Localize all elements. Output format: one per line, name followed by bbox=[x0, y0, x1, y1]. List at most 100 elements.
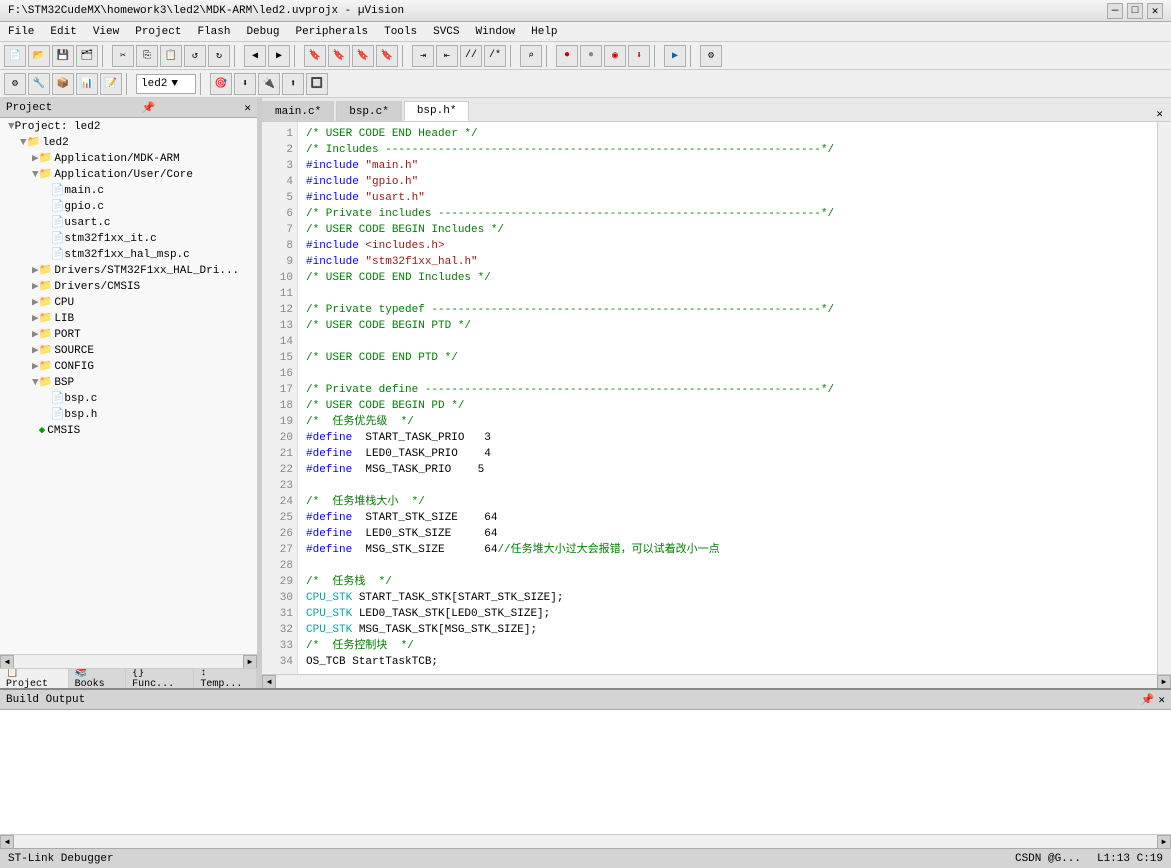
tree-root[interactable]: ▼ Project: led2 bbox=[0, 120, 257, 134]
debug-button[interactable]: ▶ bbox=[664, 45, 686, 67]
bookmark3-button[interactable]: 🔖 bbox=[352, 45, 374, 67]
tree-led2-folder[interactable]: ▼ 📁led2 bbox=[0, 134, 257, 150]
bookmark4-button[interactable]: 🔖 bbox=[376, 45, 398, 67]
download-button[interactable]: ⬇ bbox=[628, 45, 650, 67]
paste-button[interactable]: 📋 bbox=[160, 45, 182, 67]
target-btn6[interactable]: 🎯 bbox=[210, 73, 232, 95]
back-button[interactable]: ◀ bbox=[244, 45, 266, 67]
stop-build-button[interactable]: ● bbox=[580, 45, 602, 67]
tree-port-folder[interactable]: ▶ 📁PORT bbox=[0, 326, 257, 342]
outdent-button[interactable]: ⇤ bbox=[436, 45, 458, 67]
tab-bspc[interactable]: bsp.c* bbox=[336, 101, 402, 121]
build-close-icon[interactable]: ✕ bbox=[1158, 693, 1165, 707]
editor-scroll-right[interactable]: ▶ bbox=[1157, 675, 1171, 689]
tree-lib-folder[interactable]: ▶ 📁LIB bbox=[0, 310, 257, 326]
menu-tools[interactable]: Tools bbox=[376, 22, 425, 41]
build-scroll-left[interactable]: ◀ bbox=[0, 835, 14, 849]
bookmark1-button[interactable]: 🔖 bbox=[304, 45, 326, 67]
editor-area: main.c* bsp.c* bsp.h* ✕ 1234567891011121… bbox=[262, 98, 1171, 688]
status-position: L1:13 C:19 bbox=[1097, 853, 1163, 865]
indent-button[interactable]: ⇥ bbox=[412, 45, 434, 67]
redo-button[interactable]: ↻ bbox=[208, 45, 230, 67]
tree-config-folder[interactable]: ▶ 📁CONFIG bbox=[0, 358, 257, 374]
maximize-button[interactable]: □ bbox=[1127, 3, 1143, 19]
project-pin-icon[interactable]: 📌 bbox=[141, 101, 155, 115]
menu-view[interactable]: View bbox=[85, 22, 127, 41]
tree-cmsis-diamond[interactable]: ▶ ◆CMSIS bbox=[0, 422, 257, 438]
editor-hscroll[interactable]: ◀ ▶ bbox=[262, 674, 1171, 688]
menu-window[interactable]: Window bbox=[468, 22, 524, 41]
tree-cpu-folder[interactable]: ▶ 📁CPU bbox=[0, 294, 257, 310]
tree-mainc[interactable]: ▶ 📄 main.c bbox=[0, 182, 257, 198]
project-close-icon[interactable]: ✕ bbox=[244, 101, 251, 115]
menu-file[interactable]: File bbox=[0, 22, 42, 41]
tree-stm32msp[interactable]: ▶ 📄 stm32f1xx_hal_msp.c bbox=[0, 246, 257, 262]
copy-button[interactable]: ⎘ bbox=[136, 45, 158, 67]
window-controls: — □ ✕ bbox=[1107, 3, 1163, 19]
rebuild-button[interactable]: ◉ bbox=[604, 45, 626, 67]
proj-scroll-right[interactable]: ▶ bbox=[243, 655, 257, 669]
tree-bspc[interactable]: ▶ 📄 bsp.c bbox=[0, 390, 257, 406]
editor-scroll-left[interactable]: ◀ bbox=[262, 675, 276, 689]
editor-vscroll[interactable] bbox=[1157, 122, 1171, 674]
tree-source-folder[interactable]: ▶ 📁SOURCE bbox=[0, 342, 257, 358]
proj-tab-project[interactable]: 📋 Project bbox=[0, 669, 69, 688]
build-pin-icon[interactable]: 📌 bbox=[1141, 693, 1155, 707]
minimize-button[interactable]: — bbox=[1107, 3, 1123, 19]
code-content[interactable]: /* USER CODE END Header */ /* Includes -… bbox=[298, 122, 1157, 674]
target-btn7[interactable]: ⬇ bbox=[234, 73, 256, 95]
tree-gpioc[interactable]: ▶ 📄 gpio.c bbox=[0, 198, 257, 214]
close-button[interactable]: ✕ bbox=[1147, 3, 1163, 19]
proj-scroll-left[interactable]: ◀ bbox=[0, 655, 14, 669]
editor-close-button[interactable]: ✕ bbox=[1156, 107, 1171, 121]
target-dropdown[interactable]: led2 ▼ bbox=[136, 74, 196, 94]
menu-flash[interactable]: Flash bbox=[189, 22, 238, 41]
tree-bsph[interactable]: ▶ 📄 bsp.h bbox=[0, 406, 257, 422]
statusbar: ST-Link Debugger CSDN @G... L1:13 C:19 bbox=[0, 848, 1171, 868]
target-btn3[interactable]: 📦 bbox=[52, 73, 74, 95]
menu-peripherals[interactable]: Peripherals bbox=[287, 22, 376, 41]
menu-svcs[interactable]: SVCS bbox=[425, 22, 467, 41]
comment-button[interactable]: // bbox=[460, 45, 482, 67]
new-file-button[interactable]: 📄 bbox=[4, 45, 26, 67]
tab-mainc[interactable]: main.c* bbox=[262, 101, 334, 121]
tree-appuser[interactable]: ▼ 📁Application/User/Core bbox=[0, 166, 257, 182]
settings-button[interactable]: ⚙ bbox=[700, 45, 722, 67]
save-all-button[interactable]: 🗂 bbox=[76, 45, 98, 67]
tab-bsph[interactable]: bsp.h* bbox=[404, 101, 470, 121]
tree-usartc[interactable]: ▶ 📄 usart.c bbox=[0, 214, 257, 230]
proj-tab-func[interactable]: {} Func... bbox=[126, 669, 194, 688]
project-hscroll[interactable]: ◀ ▶ bbox=[0, 654, 257, 668]
cut-button[interactable]: ✂ bbox=[112, 45, 134, 67]
proj-tab-temp[interactable]: ↕ Temp... bbox=[194, 669, 257, 688]
menu-edit[interactable]: Edit bbox=[42, 22, 84, 41]
tree-drivers-hal[interactable]: ▶ 📁Drivers/STM32F1xx_HAL_Dri... bbox=[0, 262, 257, 278]
forward-button[interactable]: ▶ bbox=[268, 45, 290, 67]
bookmark2-button[interactable]: 🔖 bbox=[328, 45, 350, 67]
menu-project[interactable]: Project bbox=[127, 22, 189, 41]
build-hscroll[interactable]: ◀ ▶ bbox=[0, 834, 1171, 848]
build-scroll-right[interactable]: ▶ bbox=[1157, 835, 1171, 849]
target-btn5[interactable]: 📝 bbox=[100, 73, 122, 95]
undo-button[interactable]: ↺ bbox=[184, 45, 206, 67]
tree-bsp-folder[interactable]: ▼ 📁BSP bbox=[0, 374, 257, 390]
target-btn10[interactable]: 🔲 bbox=[306, 73, 328, 95]
target-btn8[interactable]: 🔌 bbox=[258, 73, 280, 95]
menu-help[interactable]: Help bbox=[523, 22, 565, 41]
target-btn4[interactable]: 📊 bbox=[76, 73, 98, 95]
build-button[interactable]: ● bbox=[556, 45, 578, 67]
menu-debug[interactable]: Debug bbox=[238, 22, 287, 41]
tree-stm32it[interactable]: ▶ 📄 stm32f1xx_it.c bbox=[0, 230, 257, 246]
open-file-button[interactable]: 📂 bbox=[28, 45, 50, 67]
target-config-button[interactable]: ⚙ bbox=[4, 73, 26, 95]
sep5 bbox=[510, 45, 516, 67]
tree-drivers-cmsis[interactable]: ▶ 📁Drivers/CMSIS bbox=[0, 278, 257, 294]
find-button[interactable]: ⌕ bbox=[520, 45, 542, 67]
target-btn2[interactable]: 🔧 bbox=[28, 73, 50, 95]
save-button[interactable]: 💾 bbox=[52, 45, 74, 67]
tree-appmdk[interactable]: ▶ 📁Application/MDK-ARM bbox=[0, 150, 257, 166]
uncomment-button[interactable]: /* bbox=[484, 45, 506, 67]
build-content[interactable] bbox=[0, 710, 1171, 834]
proj-tab-books[interactable]: 📚 Books bbox=[69, 669, 127, 688]
target-btn9[interactable]: ⬆ bbox=[282, 73, 304, 95]
